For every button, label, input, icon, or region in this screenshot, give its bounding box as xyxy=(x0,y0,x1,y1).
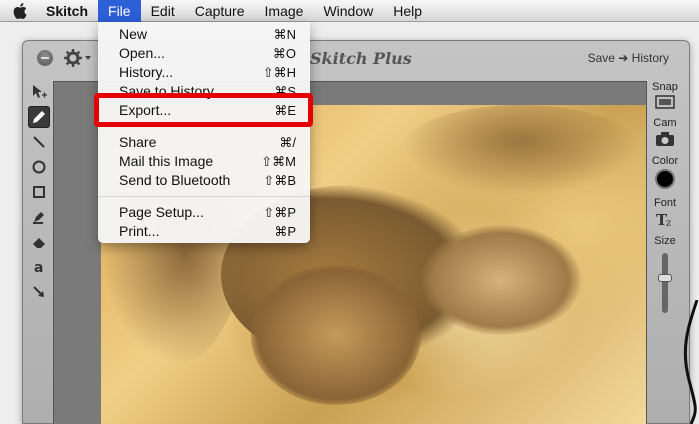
menu-item-send-bluetooth[interactable]: Send to Bluetooth ⇧⌘B xyxy=(98,171,310,190)
menu-capture[interactable]: Capture xyxy=(185,0,255,22)
menu-item-shortcut: ⌘P xyxy=(274,224,296,239)
menu-item-page-setup[interactable]: Page Setup... ⇧⌘P xyxy=(98,203,310,222)
svg-text:a: a xyxy=(34,260,43,275)
highlighter-icon xyxy=(33,212,44,224)
svg-text:z: z xyxy=(666,218,671,227)
tool-text[interactable]: a xyxy=(28,256,50,278)
tool-palette: a xyxy=(27,81,51,306)
menu-item-mail-image[interactable]: Mail this Image ⇧⌘M xyxy=(98,152,310,171)
menu-item-history[interactable]: History... ⇧⌘H xyxy=(98,63,310,82)
eraser-icon xyxy=(33,238,45,248)
menu-item-open[interactable]: Open... ⌘O xyxy=(98,44,310,63)
menu-item-label: Print... xyxy=(119,223,160,239)
size-label: Size xyxy=(654,235,676,247)
font-icon: T z xyxy=(656,211,671,227)
gear-icon xyxy=(64,49,91,67)
tool-rectangle[interactable] xyxy=(28,181,50,203)
menu-image[interactable]: Image xyxy=(255,0,314,22)
save-history-button[interactable]: Save ➔ History xyxy=(588,51,669,65)
menu-separator xyxy=(98,196,310,197)
window-title: Skitch Plus xyxy=(310,49,412,68)
file-menu-dropdown: New ⌘N Open... ⌘O History... ⇧⌘H Save to… xyxy=(98,22,310,243)
color-picker[interactable]: Color xyxy=(652,155,678,189)
font-label: Font xyxy=(653,197,676,209)
menu-app-skitch[interactable]: Skitch xyxy=(40,0,98,22)
size-control: Size xyxy=(654,235,676,313)
tool-eraser[interactable] xyxy=(28,231,50,253)
menu-window[interactable]: Window xyxy=(313,0,383,22)
cam-button[interactable]: Cam xyxy=(653,117,677,147)
right-panel: Snap Cam Color Font T z Size xyxy=(647,81,683,321)
menu-item-label: New xyxy=(119,26,148,42)
color-swatch xyxy=(654,169,675,189)
menu-edit[interactable]: Edit xyxy=(141,0,185,22)
gear-menu-button[interactable] xyxy=(63,48,93,68)
menu-file[interactable]: File xyxy=(98,0,141,22)
cable-decoration xyxy=(683,300,699,424)
menu-item-label: Share xyxy=(119,134,157,150)
menu-item-shortcut: ⇧⌘M xyxy=(261,154,296,169)
size-slider[interactable] xyxy=(658,253,672,313)
arrow-icon xyxy=(33,286,44,297)
menu-item-shortcut: ⌘N xyxy=(273,27,296,42)
snap-label: Snap xyxy=(652,81,678,93)
export-highlight-annotation xyxy=(94,93,313,127)
rectangle-icon xyxy=(33,186,45,198)
tool-pen[interactable] xyxy=(28,106,50,128)
line-icon xyxy=(33,136,45,148)
tool-highlighter[interactable] xyxy=(28,206,50,228)
menu-item-shortcut: ⇧⌘P xyxy=(263,205,296,220)
menu-item-label: Page Setup... xyxy=(119,204,204,220)
pencil-icon xyxy=(33,111,45,123)
tool-arrow[interactable] xyxy=(28,281,50,303)
menu-item-label: Open... xyxy=(119,45,165,61)
pointer-move-icon xyxy=(33,85,47,98)
tool-line[interactable] xyxy=(28,131,50,153)
ellipse-icon xyxy=(32,160,46,174)
snap-button[interactable]: Snap xyxy=(652,81,678,109)
tool-ellipse[interactable] xyxy=(28,156,50,178)
menu-item-share[interactable]: Share ⌘/ xyxy=(98,133,310,152)
color-label: Color xyxy=(651,155,679,167)
menu-item-shortcut: ⇧⌘H xyxy=(262,65,296,80)
apple-menu-icon[interactable] xyxy=(0,0,40,22)
menu-item-print[interactable]: Print... ⌘P xyxy=(98,222,310,241)
menu-item-shortcut: ⇧⌘B xyxy=(263,173,296,188)
cam-label: Cam xyxy=(653,117,677,129)
text-tool-icon: a xyxy=(34,260,43,275)
menu-item-new[interactable]: New ⌘N xyxy=(98,25,310,44)
snap-icon xyxy=(655,95,675,109)
size-slider-knob[interactable] xyxy=(658,274,672,282)
menu-help[interactable]: Help xyxy=(383,0,432,22)
close-button[interactable] xyxy=(37,50,53,66)
menu-item-label: Mail this Image xyxy=(119,153,214,169)
camera-icon xyxy=(655,132,674,146)
menu-item-shortcut: ⌘O xyxy=(272,46,296,61)
menu-item-shortcut: ⌘/ xyxy=(279,135,296,150)
menu-item-label: History... xyxy=(119,64,174,80)
font-button[interactable]: Font T z xyxy=(654,197,676,227)
menu-item-label: Send to Bluetooth xyxy=(119,172,231,188)
tool-select[interactable] xyxy=(28,81,50,103)
menu-bar: Skitch File Edit Capture Image Window He… xyxy=(0,0,699,22)
